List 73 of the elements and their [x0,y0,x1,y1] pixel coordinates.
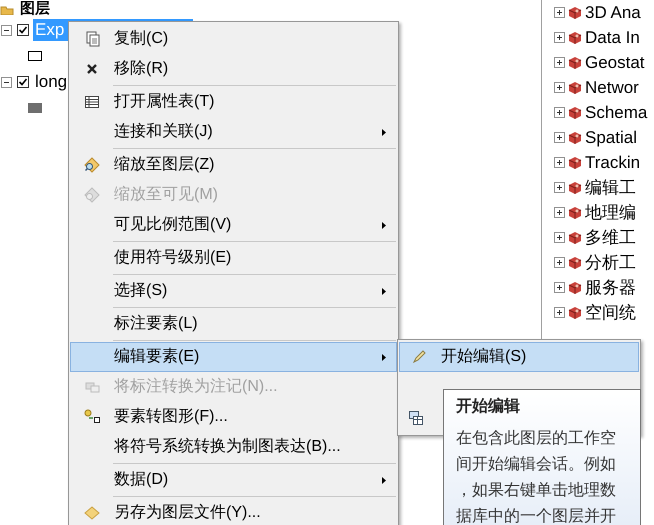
toolbox-icon [568,6,582,20]
layer-name[interactable]: long [33,71,68,93]
expand-icon[interactable] [554,207,565,218]
submenu-arrow-icon [382,129,386,136]
toolbox-name[interactable]: 分析工 [585,252,636,272]
expand-icon[interactable] [554,7,565,18]
expand-icon[interactable] [554,82,565,93]
tooltip-title: 开始编辑 [456,396,521,417]
menu-item[interactable]: 连接和关联(J) [70,117,397,147]
point-square-icon [84,409,100,425]
toolbox-name[interactable]: Data In [585,28,640,48]
expand-icon[interactable] [554,32,565,43]
submenu-arrow-icon [382,354,386,361]
toolbox-name[interactable]: 地理编 [585,202,636,222]
expand-icon[interactable] [554,132,565,143]
toolbox-icon [568,30,582,44]
menu-item[interactable]: 数据(D) [70,465,397,495]
menu-item[interactable]: 复制(C) [70,24,397,54]
menu-item[interactable]: 选择(S) [70,276,397,306]
toolbox-name[interactable]: Spatial [585,128,637,148]
toolbox-icon [568,80,582,94]
toolbox-icon [568,306,582,320]
menu-item[interactable]: 可见比例范围(V) [70,210,397,240]
toolbox-icon [568,206,582,220]
toolbox-icon [568,230,582,244]
menu-item[interactable]: 标注要素(L) [70,309,397,339]
expand-icon[interactable] [554,157,565,168]
menu-item[interactable]: 另存为图层文件(Y)... [70,498,397,525]
menu-item[interactable]: 移除(R) [70,54,397,84]
diamond-icon [84,505,100,521]
toolbox-name[interactable]: Networ [585,78,639,98]
expand-icon[interactable] [554,107,565,118]
toolbox-name[interactable]: 多维工 [585,228,636,248]
diamond-magnifier-icon [84,187,100,203]
pencil-icon [412,350,426,364]
toolbox-name[interactable]: 服务器 [585,278,636,298]
toolbox-name[interactable]: 3D Ana [585,2,641,22]
toolbox-icon [568,56,582,70]
toolbox-icon [568,106,582,120]
menu-item[interactable]: 要素转图形(F)... [70,402,397,432]
toolbox-name[interactable]: Geostat [585,52,645,72]
expand-icon[interactable] [554,182,565,193]
diamond-magnifier-icon [84,157,100,173]
toolbox-name[interactable]: Schema [585,102,648,122]
toolbox-icon [568,280,582,294]
toolbox-name[interactable]: Trackin [585,152,640,172]
menu-item[interactable]: 缩放至图层(Z) [70,150,397,180]
menu-item[interactable]: 将符号系统转换为制图表达(B)... [70,432,397,462]
expand-icon[interactable] [554,257,565,268]
menu-item[interactable]: 开始编辑(S) [399,342,639,372]
toolbox-icon [568,156,582,170]
menu-item[interactable]: 打开属性表(T) [70,87,397,117]
toolbox-name[interactable]: 空间统 [585,302,636,322]
expand-icon[interactable] [554,57,565,68]
submenu-arrow-icon [382,477,386,484]
tooltip-text: 在包含此图层的工作空 间开始编辑会话。例如 ，如果右键单击地理数 据库中的一个图层并开 [456,428,617,525]
panel-title: 图层 [20,0,50,17]
expand-icon[interactable] [554,232,565,243]
toolbox-icon [568,180,582,194]
menu-item[interactable]: 使用符号级别(E) [70,243,397,273]
toolbox-name[interactable]: 编辑工 [585,178,636,198]
checkbox[interactable] [17,24,29,36]
submenu-arrow-icon [382,222,386,229]
submenu-arrow-icon [382,288,386,295]
window-grid-icon [409,411,423,425]
checkbox[interactable] [17,76,29,88]
expand-icon[interactable] [554,282,565,293]
menu-item[interactable]: 编辑要素(E) [70,342,397,372]
toolbox-icon [568,256,582,270]
toolbox-icon [568,130,582,144]
copy-icon [84,31,100,47]
expand-icon[interactable] [554,307,565,318]
table-icon [84,94,100,110]
